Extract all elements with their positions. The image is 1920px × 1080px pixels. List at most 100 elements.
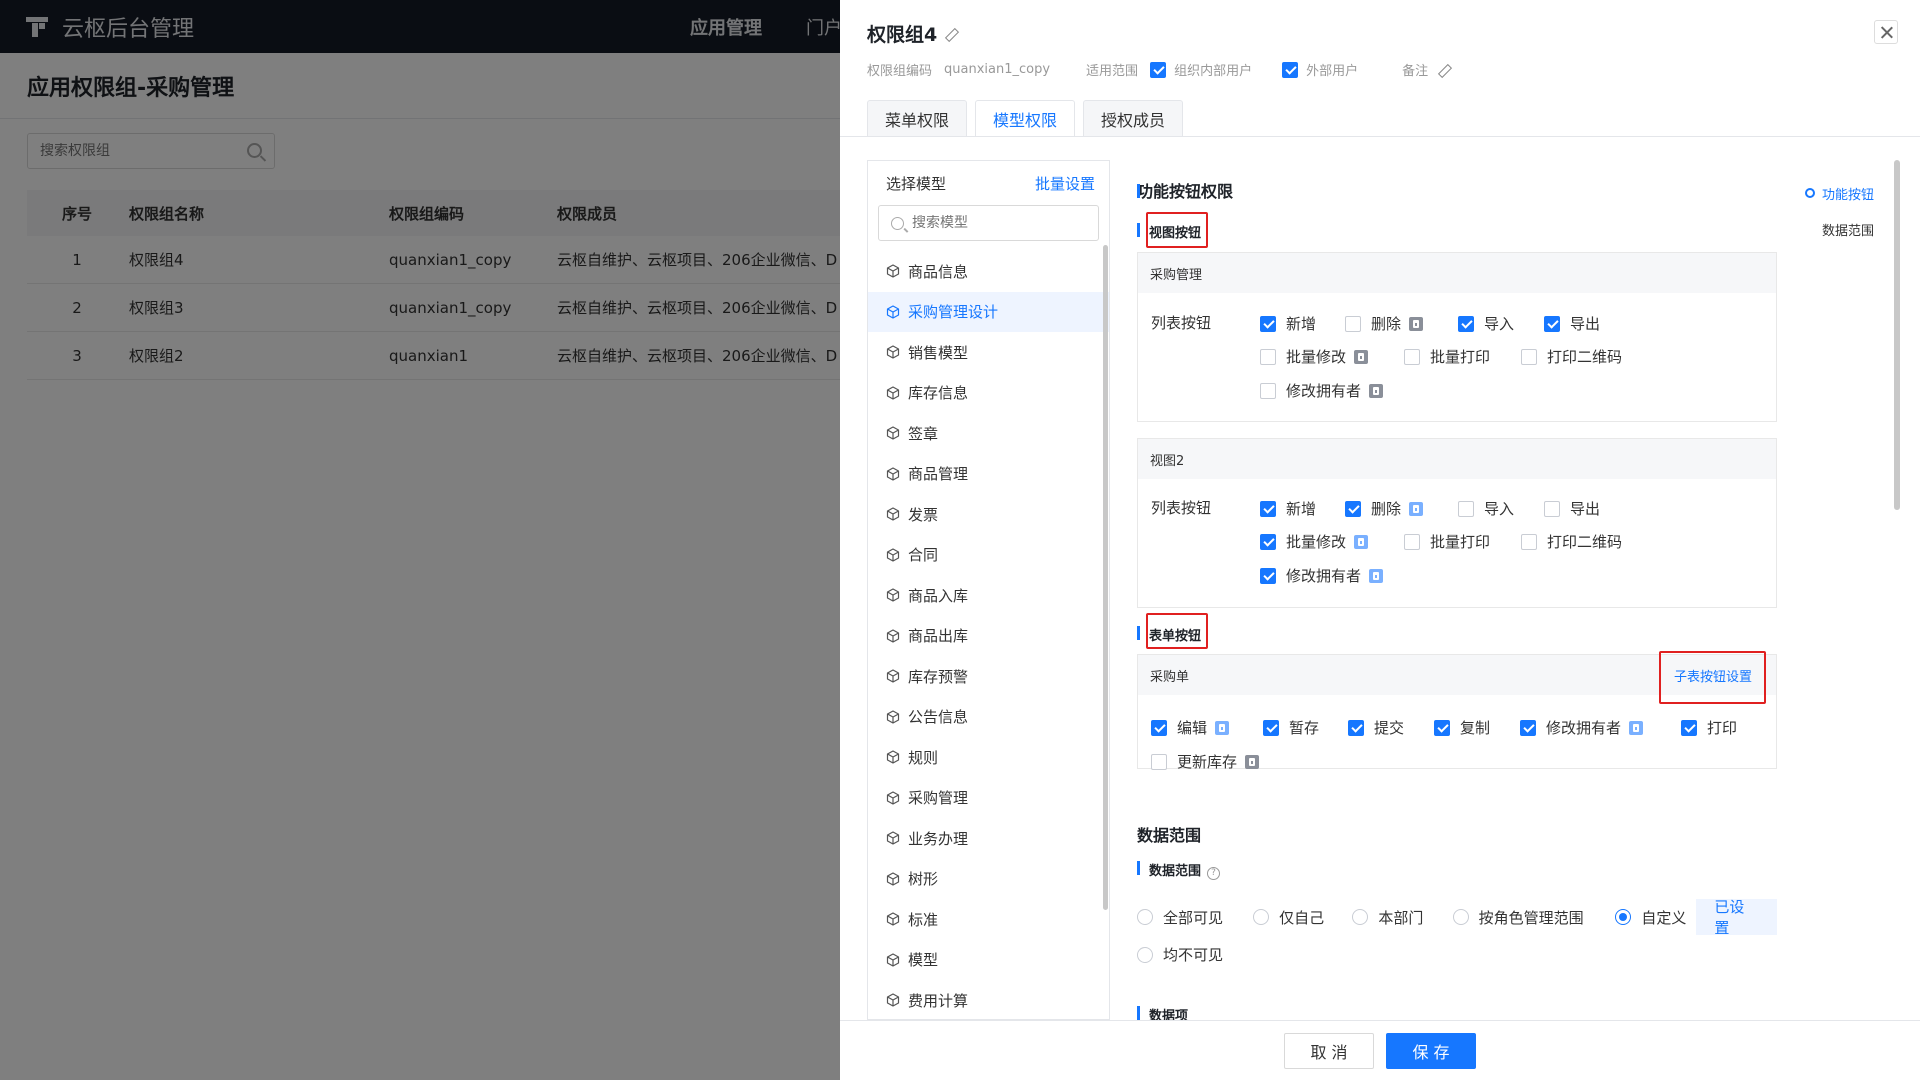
- checkbox-checked[interactable]: [1458, 315, 1474, 332]
- opt-bulk-print[interactable]: 批量打印: [1404, 531, 1521, 552]
- model-list-item[interactable]: 业务办理: [868, 818, 1109, 859]
- opt-delete[interactable]: 删除: [1345, 498, 1458, 519]
- anchor-data-scope[interactable]: 数据范围: [1806, 211, 1874, 247]
- tab-model-permission[interactable]: 模型权限: [975, 100, 1076, 137]
- checkbox-checked[interactable]: [1260, 315, 1276, 332]
- checkbox-checked[interactable]: [1544, 315, 1560, 332]
- model-list-item[interactable]: 费用计算: [868, 980, 1109, 1019]
- opt-bulk-edit[interactable]: 批量修改: [1260, 531, 1404, 552]
- save-button[interactable]: 保 存: [1386, 1032, 1476, 1069]
- radio-none-visible[interactable]: 均不可见: [1137, 944, 1223, 965]
- already-set-button[interactable]: 已设置: [1696, 898, 1777, 937]
- anchor-func-buttons[interactable]: 功能按钮: [1804, 175, 1874, 211]
- opt-change-owner[interactable]: 修改拥有者: [1520, 717, 1681, 738]
- model-list-item[interactable]: 商品信息: [868, 251, 1109, 292]
- lock-icon[interactable]: [1369, 568, 1384, 583]
- checkbox-unchecked[interactable]: [1345, 315, 1361, 332]
- model-list-item[interactable]: 商品管理: [868, 454, 1109, 495]
- help-icon[interactable]: ?: [1207, 867, 1221, 880]
- checkbox-checked[interactable]: [1260, 533, 1276, 550]
- opt-add[interactable]: 新增: [1260, 498, 1345, 519]
- opt-export[interactable]: 导出: [1544, 498, 1600, 519]
- checkbox-checked[interactable]: [1434, 719, 1450, 736]
- radio-department[interactable]: 本部门: [1352, 907, 1452, 928]
- checkbox-checked[interactable]: [1260, 567, 1276, 584]
- radio-role-scope[interactable]: 按角色管理范围: [1452, 907, 1616, 928]
- checkbox-unchecked[interactable]: [1458, 500, 1474, 517]
- opt-bulk-print[interactable]: 批量打印: [1404, 346, 1521, 367]
- radio-self-only[interactable]: 仅自己: [1253, 907, 1352, 928]
- checkbox-unchecked[interactable]: [1151, 753, 1167, 770]
- model-list-item[interactable]: 库存预警: [868, 656, 1109, 697]
- model-list-item[interactable]: 采购管理设计: [868, 291, 1109, 332]
- opt-export[interactable]: 导出: [1544, 313, 1600, 334]
- checkbox-checked[interactable]: [1263, 719, 1279, 736]
- opt-import[interactable]: 导入: [1458, 313, 1544, 334]
- lock-icon[interactable]: [1629, 720, 1644, 735]
- radio-all-visible[interactable]: 全部可见: [1137, 907, 1253, 928]
- opt-change-owner[interactable]: 修改拥有者: [1260, 380, 1384, 401]
- model-list-item[interactable]: 规则: [868, 737, 1109, 778]
- opt-copy[interactable]: 复制: [1434, 717, 1520, 738]
- model-list-item[interactable]: 商品出库: [868, 616, 1109, 657]
- opt-add[interactable]: 新增: [1260, 313, 1345, 334]
- checkbox-unchecked[interactable]: [1404, 533, 1420, 550]
- checkbox-checked[interactable]: [1151, 719, 1167, 736]
- opt-draft[interactable]: 暂存: [1263, 717, 1348, 738]
- model-list-scrollbar[interactable]: [1103, 245, 1108, 910]
- lock-icon[interactable]: [1369, 383, 1384, 398]
- model-list-item[interactable]: 签章: [868, 413, 1109, 454]
- lock-icon[interactable]: [1215, 720, 1230, 735]
- opt-change-owner[interactable]: 修改拥有者: [1260, 565, 1384, 586]
- radio-unchecked[interactable]: [1352, 909, 1369, 925]
- model-search-input[interactable]: [912, 215, 1082, 231]
- opt-update-stock[interactable]: 更新库存: [1151, 751, 1260, 772]
- edit-note-icon[interactable]: [1438, 64, 1450, 76]
- scope-outer-checkbox[interactable]: 外部用户: [1282, 60, 1358, 79]
- opt-bulk-edit[interactable]: 批量修改: [1260, 346, 1404, 367]
- opt-print[interactable]: 打印: [1681, 717, 1737, 738]
- model-list-item[interactable]: 树形: [868, 859, 1109, 900]
- checkbox-checked[interactable]: [1681, 719, 1697, 736]
- edit-title-icon[interactable]: [945, 28, 957, 40]
- checkbox-unchecked[interactable]: [1521, 348, 1537, 365]
- lock-icon[interactable]: [1354, 349, 1369, 364]
- close-icon[interactable]: [1874, 20, 1898, 44]
- cancel-button[interactable]: 取 消: [1284, 1032, 1374, 1069]
- radio-unchecked[interactable]: [1452, 909, 1469, 925]
- opt-print-qr[interactable]: 打印二维码: [1521, 346, 1622, 367]
- radio-unchecked[interactable]: [1253, 909, 1270, 925]
- batch-settings-link[interactable]: 批量设置: [1035, 173, 1095, 194]
- checkbox-checked[interactable]: [1520, 719, 1536, 736]
- model-list-item[interactable]: 公告信息: [868, 697, 1109, 738]
- model-list-item[interactable]: 库存信息: [868, 373, 1109, 414]
- checkbox-checked[interactable]: [1345, 500, 1361, 517]
- opt-import[interactable]: 导入: [1458, 498, 1544, 519]
- lock-icon[interactable]: [1409, 316, 1424, 331]
- lock-icon[interactable]: [1354, 534, 1369, 549]
- radio-checked[interactable]: [1615, 909, 1632, 925]
- model-list-item[interactable]: 标准: [868, 899, 1109, 940]
- radio-unchecked[interactable]: [1137, 909, 1153, 925]
- model-list-item[interactable]: 采购管理: [868, 778, 1109, 819]
- checkbox-unchecked[interactable]: [1521, 533, 1537, 550]
- model-search-box[interactable]: [878, 205, 1099, 241]
- tab-menu-permission[interactable]: 菜单权限: [867, 100, 968, 136]
- checkbox-checked[interactable]: [1348, 719, 1364, 736]
- checkbox-checked[interactable]: [1260, 500, 1276, 517]
- checkbox-unchecked[interactable]: [1260, 348, 1276, 365]
- opt-submit[interactable]: 提交: [1348, 717, 1434, 738]
- radio-custom[interactable]: 自定义: [1615, 907, 1686, 928]
- lock-icon[interactable]: [1245, 754, 1260, 769]
- checkbox-unchecked[interactable]: [1260, 382, 1276, 399]
- model-list-item[interactable]: 发票: [868, 494, 1109, 535]
- model-list-item[interactable]: 销售模型: [868, 332, 1109, 373]
- scope-inner-checkbox[interactable]: 组织内部用户: [1150, 60, 1252, 79]
- content-scrollbar[interactable]: [1894, 160, 1900, 510]
- opt-edit[interactable]: 编辑: [1151, 717, 1263, 738]
- checkbox-checked[interactable]: [1150, 61, 1167, 78]
- model-list-item[interactable]: 模型: [868, 940, 1109, 981]
- tab-authorized-members[interactable]: 授权成员: [1083, 100, 1184, 136]
- radio-unchecked[interactable]: [1137, 946, 1153, 963]
- checkbox-unchecked[interactable]: [1404, 348, 1420, 365]
